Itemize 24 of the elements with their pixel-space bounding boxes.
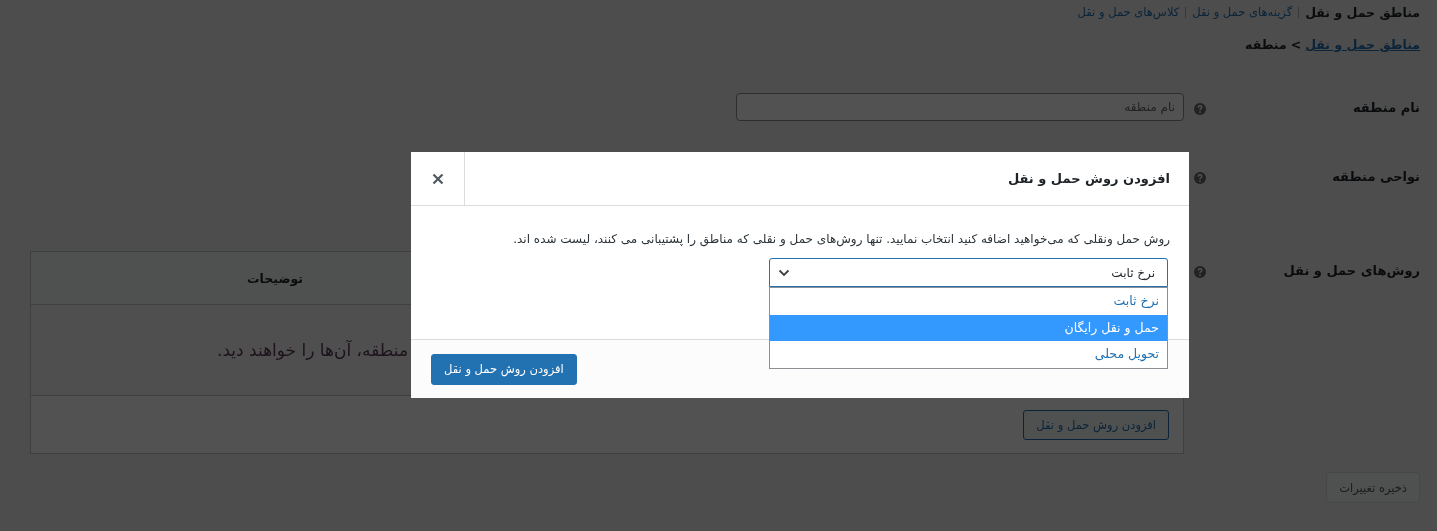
breadcrumb-separator: > [1290, 37, 1302, 54]
empty-message: منطقه، آن‌ها را خواهند دید. [217, 340, 408, 360]
help-icon [1193, 266, 1206, 278]
nav-link[interactable]: گزینه‌های حمل و نقل [1192, 5, 1293, 19]
field-label: نام منطقه [1351, 99, 1420, 115]
close-icon [431, 172, 444, 185]
nav-link[interactable]: مناطق حمل و نقل [1305, 4, 1420, 20]
nav-link[interactable]: کلاس‌های حمل و نقل [1077, 5, 1180, 19]
chevron-down-icon [778, 268, 790, 277]
modal-description: روش حمل ونقلی که می‌خواهید اضافه کنید انتخاب نمایید. تنها روش‌های حمل و نقلی که مناطق را پشتیبانی می کنند، لیست شده اند. [512, 231, 1170, 248]
modal-title: افزودن روش حمل و نقل [1006, 170, 1171, 188]
add-method-button[interactable]: افزودن روش حمل و نقل [1023, 409, 1169, 440]
dropdown-option[interactable]: حمل و نقل رایگان [770, 314, 1167, 341]
dropdown-option[interactable]: تحویل محلی [770, 341, 1167, 368]
help-icon [1193, 103, 1206, 115]
column-header: توضیحات [246, 269, 304, 288]
dropdown-option[interactable]: نرخ ثابت [770, 288, 1167, 315]
field-label: روش‌های حمل و نقل [1282, 262, 1420, 278]
add-method-submit-button[interactable]: افزودن روش حمل و نقل [431, 353, 577, 385]
breadcrumb-current: منطقه [1245, 37, 1287, 54]
method-select[interactable]: نرخ ثابت [769, 258, 1168, 287]
breadcrumb-link[interactable]: مناطق حمل و نقل [1305, 37, 1420, 59]
help-icon [1193, 172, 1206, 184]
field-label: نواحی منطقه [1331, 168, 1420, 184]
